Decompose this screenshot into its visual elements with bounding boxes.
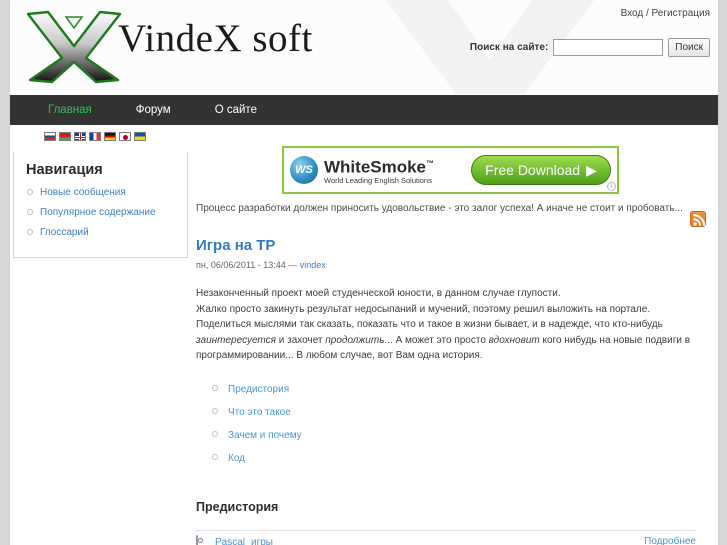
list-item: Глоссарий bbox=[26, 225, 177, 239]
search-label: Поиск на сайте: bbox=[469, 42, 549, 53]
search-input[interactable] bbox=[553, 39, 664, 56]
play-arrow-icon: ▶ bbox=[586, 161, 597, 178]
list-item: Новые сообщения bbox=[26, 185, 177, 199]
japanese-flag-icon[interactable] bbox=[119, 132, 131, 141]
article-tags-row: Pascal игры bbox=[196, 535, 696, 545]
read-more-link[interactable]: Подробнее bbox=[644, 536, 696, 545]
site-tagline: Процесс разработки должен приносить удов… bbox=[196, 203, 683, 214]
ad-download-button[interactable]: Free Download ▶ bbox=[471, 155, 611, 185]
para2-part-a: Жалко просто закинуть результат недосыпа… bbox=[196, 303, 663, 331]
page-root: VindeX soft Вход / Регистрация Поиск на … bbox=[0, 0, 727, 545]
list-item: Что это такое bbox=[210, 405, 696, 418]
russian-flag-icon[interactable] bbox=[44, 132, 56, 141]
primary-navigation: Главная Форум О сайте bbox=[10, 95, 718, 125]
tag-link-games[interactable]: игры bbox=[251, 537, 273, 545]
list-item: Популярное содержание bbox=[26, 205, 177, 219]
site-search: Поиск на сайте: Поиск bbox=[470, 38, 710, 57]
language-switcher bbox=[44, 132, 146, 141]
site-title: VindeX soft bbox=[118, 17, 313, 60]
ad-brand-label: WhiteSmoke bbox=[324, 157, 427, 177]
article-table-of-contents: Предистория Что это такое Зачем и почему… bbox=[210, 382, 696, 464]
nav-item-forum[interactable]: Форум bbox=[114, 104, 193, 116]
tag-icon bbox=[196, 535, 209, 545]
article-meta: Pascal игры 0 Добавить комментарий bbox=[196, 535, 696, 545]
toc-item-predistoriya[interactable]: Предистория bbox=[228, 384, 289, 395]
para2-em-3: вдохновит bbox=[488, 334, 540, 346]
german-flag-icon[interactable] bbox=[104, 132, 116, 141]
article-title-link[interactable]: Игра на TP bbox=[196, 237, 275, 254]
ad-cta-label: Free Download bbox=[485, 162, 581, 178]
toc-item-why[interactable]: Зачем и почему bbox=[228, 430, 302, 441]
advertisement-banner[interactable]: WhiteSmoke™ World Leading English Soluti… bbox=[282, 146, 619, 194]
nav-item-about[interactable]: О сайте bbox=[193, 104, 279, 116]
para2-em-2: продолжить bbox=[325, 334, 385, 346]
article-body: Незаконченный проект моей студенческой ю… bbox=[196, 286, 696, 364]
sidebar-item-glossary[interactable]: Глоссарий bbox=[40, 227, 89, 238]
belarusian-flag-icon[interactable] bbox=[59, 132, 71, 141]
article-author-link[interactable]: vindex bbox=[300, 260, 326, 270]
ukrainian-flag-icon[interactable] bbox=[134, 132, 146, 141]
para2-part-c: ... А может это просто bbox=[384, 334, 489, 346]
english-flag-icon[interactable] bbox=[74, 132, 86, 141]
tag-link-pascal[interactable]: Pascal bbox=[215, 537, 245, 545]
content-divider bbox=[196, 530, 696, 531]
para2-em-1: заинтересуется bbox=[196, 334, 276, 346]
sidebar-block-navigation: Навигация Новые сообщения Популярное сод… bbox=[13, 152, 188, 258]
ad-info-icon[interactable]: i bbox=[607, 182, 616, 191]
article-date: пн, 06/06/2011 - 13:44 — bbox=[196, 260, 298, 270]
toc-item-what-is-it[interactable]: Что это такое bbox=[228, 407, 291, 418]
list-item: Предистория bbox=[210, 382, 696, 395]
list-item: Код bbox=[210, 451, 696, 464]
sidebar-title: Навигация bbox=[26, 162, 103, 178]
search-button[interactable]: Поиск bbox=[668, 38, 710, 57]
article-section-heading: Предистория bbox=[196, 499, 279, 514]
french-flag-icon[interactable] bbox=[89, 132, 101, 141]
toc-item-code[interactable]: Код bbox=[228, 453, 245, 464]
site-header: VindeX soft Вход / Регистрация Поиск на … bbox=[10, 0, 718, 94]
ad-brand: WhiteSmoke™ bbox=[324, 155, 435, 177]
whitesmoke-logo-icon bbox=[290, 156, 318, 184]
trademark-symbol: ™ bbox=[426, 158, 435, 168]
article-paragraph-2: Жалко просто закинуть результат недосыпа… bbox=[196, 302, 696, 364]
ad-text-block: WhiteSmoke™ World Leading English Soluti… bbox=[324, 155, 435, 186]
x-logo-icon bbox=[26, 10, 122, 84]
nav-item-home[interactable]: Главная bbox=[26, 104, 114, 116]
login-register-link[interactable]: Вход / Регистрация bbox=[621, 8, 710, 19]
article-node: Игра на TP пн, 06/06/2011 - 13:44 — vind… bbox=[196, 237, 696, 545]
sidebar-menu: Новые сообщения Популярное содержание Гл… bbox=[26, 185, 177, 239]
list-item: Зачем и почему bbox=[210, 428, 696, 441]
article-paragraph-1: Незаконченный проект моей студенческой ю… bbox=[196, 288, 561, 299]
sidebar-item-new-posts[interactable]: Новые сообщения bbox=[40, 187, 126, 198]
sidebar-item-popular-content[interactable]: Популярное содержание bbox=[40, 207, 156, 218]
main-content: WhiteSmoke™ World Leading English Soluti… bbox=[196, 146, 696, 545]
para2-part-b: и захочет bbox=[275, 334, 326, 346]
ad-tagline: World Leading English Solutions bbox=[324, 176, 432, 186]
article-submitted: пн, 06/06/2011 - 13:44 — vindex bbox=[196, 260, 696, 270]
